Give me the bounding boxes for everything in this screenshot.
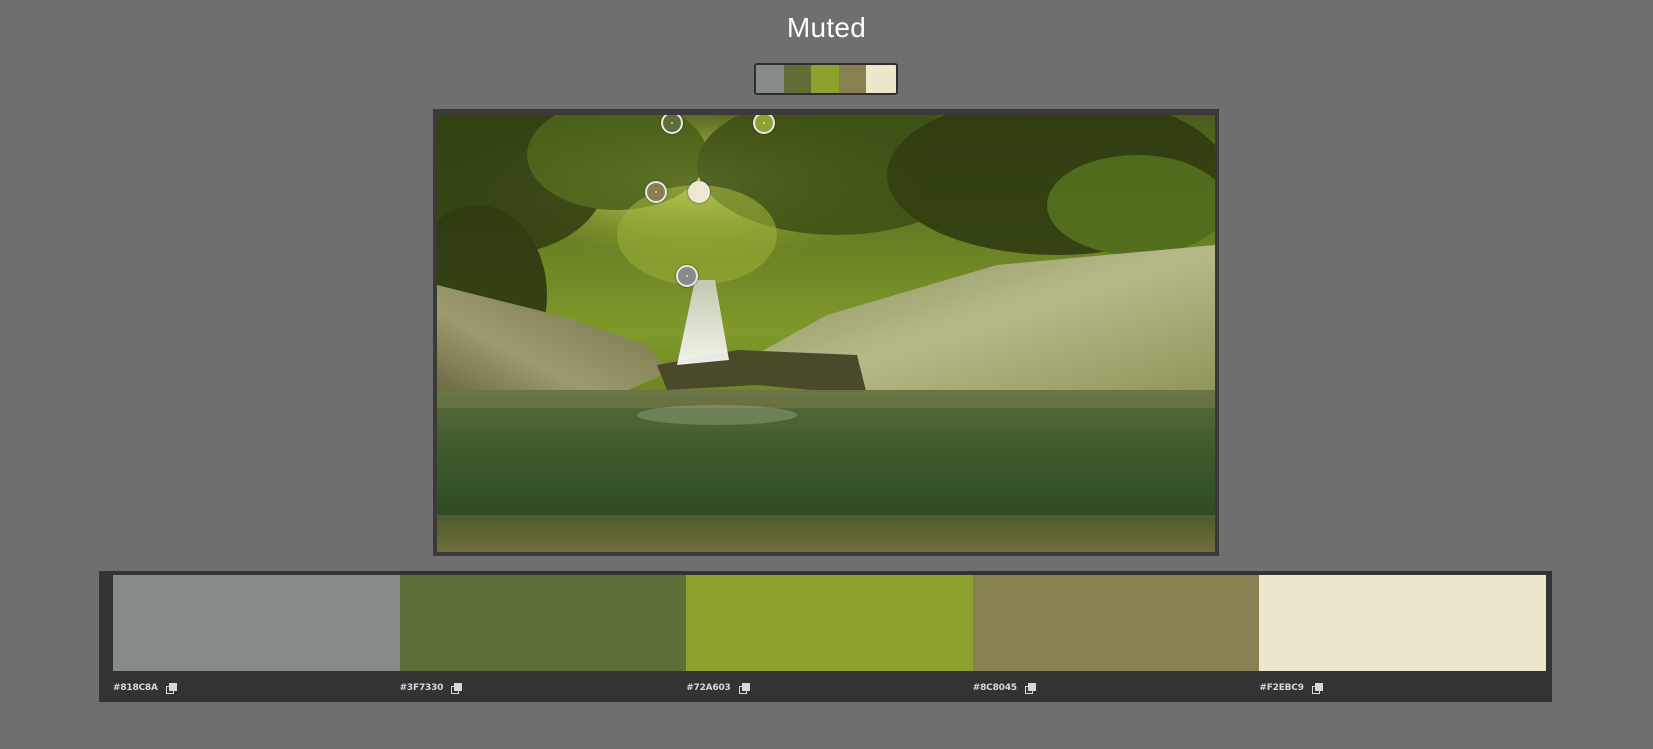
mini-palette-preview — [754, 63, 898, 95]
hex-code-label: #8C8045 — [972, 683, 1017, 693]
palette-swatch-3[interactable] — [686, 575, 973, 671]
copy-icon[interactable] — [451, 682, 463, 694]
photo-frame — [433, 109, 1219, 556]
palette-label-2: #3F7330 — [400, 681, 687, 695]
mini-swatch-4 — [839, 65, 866, 93]
hex-code-label: #818C8A — [113, 683, 158, 693]
color-picker-marker-4[interactable] — [645, 181, 667, 203]
color-picker-marker-1[interactable] — [676, 265, 698, 287]
mini-swatch-2 — [784, 65, 811, 93]
hex-code-label: #F2EBC9 — [1259, 683, 1304, 693]
color-picker-marker-5[interactable] — [688, 181, 710, 203]
copy-icon[interactable] — [738, 682, 750, 694]
palette-label-3: #72A603 — [686, 681, 973, 695]
copy-icon[interactable] — [165, 682, 177, 694]
photo-illustration — [437, 115, 1215, 552]
waterfall-photo — [437, 115, 1215, 552]
hex-code-label: #3F7330 — [399, 683, 444, 693]
palette-title: Muted — [786, 12, 867, 43]
copy-icon[interactable] — [1311, 682, 1323, 694]
palette-swatch-4[interactable] — [972, 575, 1260, 671]
palette-panel: #818C8A #3F7330 #72A603 #8C8045 #F2EBC9 — [99, 571, 1552, 702]
palette-swatch-5[interactable] — [1259, 575, 1546, 671]
palette-label-5: #F2EBC9 — [1259, 681, 1546, 695]
hex-code-label: #72A603 — [686, 683, 731, 693]
palette-swatch-1[interactable] — [113, 575, 400, 671]
mini-swatch-5 — [866, 65, 896, 93]
palette-label-4: #8C8045 — [973, 681, 1260, 695]
mini-swatch-3 — [811, 65, 839, 93]
copy-icon[interactable] — [1024, 682, 1036, 694]
palette-swatches — [113, 575, 1546, 671]
mini-swatch-1 — [756, 65, 784, 93]
palette-label-1: #818C8A — [113, 681, 400, 695]
palette-labels: #818C8A #3F7330 #72A603 #8C8045 #F2EBC9 — [113, 681, 1546, 695]
palette-swatch-2[interactable] — [399, 575, 687, 671]
